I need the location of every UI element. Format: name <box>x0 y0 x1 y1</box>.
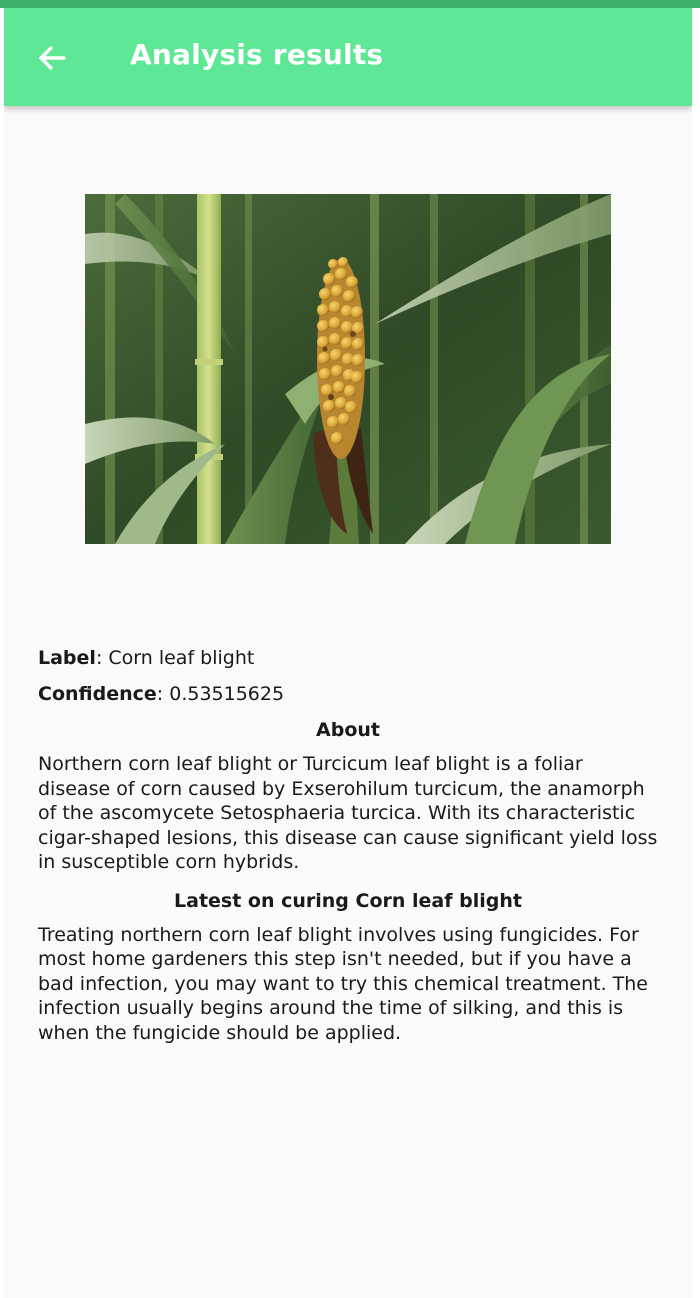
confidence-row: Confidence: 0.53515625 <box>38 683 285 705</box>
about-heading: About <box>316 719 380 741</box>
cure-heading: Latest on curing Corn leaf blight <box>174 889 522 912</box>
label-key: Label <box>38 647 96 669</box>
page-title: Analysis results <box>130 38 384 71</box>
about-text: Northern corn leaf blight or Turcicum le… <box>38 753 658 873</box>
back-button[interactable] <box>30 36 74 80</box>
status-bar <box>0 0 700 8</box>
confidence-value: 0.53515625 <box>169 683 285 705</box>
analysis-content: Label: Corn leaf blight Confidence: 0.53… <box>38 646 658 1059</box>
confidence-key: Confidence <box>38 683 157 705</box>
label-row: Label: Corn leaf blight <box>38 647 255 669</box>
app-bar: Analysis results <box>4 8 692 106</box>
corn-plant-photo <box>85 194 611 544</box>
cure-text: Treating northern corn leaf blight invol… <box>38 923 648 1044</box>
label-value: Corn leaf blight <box>108 647 255 669</box>
results-screen: Analysis results Label: Corn leaf blight… <box>4 8 692 1298</box>
arrow-left-icon <box>39 46 66 70</box>
